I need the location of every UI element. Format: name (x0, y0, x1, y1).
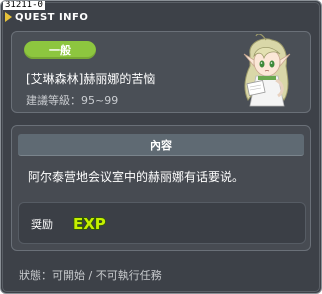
quest-level-range: 建議等級：95~99 (26, 94, 119, 107)
quest-name: [艾琳森林]赫丽娜的苦恼 (26, 72, 156, 86)
quest-header-panel: 一般 [艾琳森林]赫丽娜的苦恼 建議等級：95~99 (11, 31, 311, 113)
quest-description: 阿尔泰营地会议室中的赫丽娜有话要说。 (28, 170, 245, 184)
window-title-text: QUEST INFO (15, 11, 89, 23)
quest-id-label: 31211-0 (3, 0, 45, 10)
quest-status: 狀態：可開始 / 不可執行任務 (19, 269, 162, 282)
quest-info-window: 31211-0 QUEST INFO 一般 [艾琳森林]赫丽娜的苦恼 建議等級：… (0, 0, 322, 294)
content-section-title: 內容 (18, 134, 304, 156)
reward-box: 奨励 EXP (18, 202, 306, 244)
title-arrow-icon (5, 12, 12, 22)
reward-label: 奨励 (31, 218, 53, 231)
window-title: QUEST INFO (5, 10, 88, 24)
exp-icon-text: EXP (73, 215, 106, 233)
npc-portrait-icon (243, 34, 291, 107)
quest-content-panel: 內容 阿尔泰营地会议室中的赫丽娜有话要说。 奨励 EXP (11, 125, 311, 251)
exp-icon: EXP (72, 214, 106, 234)
quest-type-badge: 一般 (24, 41, 96, 59)
